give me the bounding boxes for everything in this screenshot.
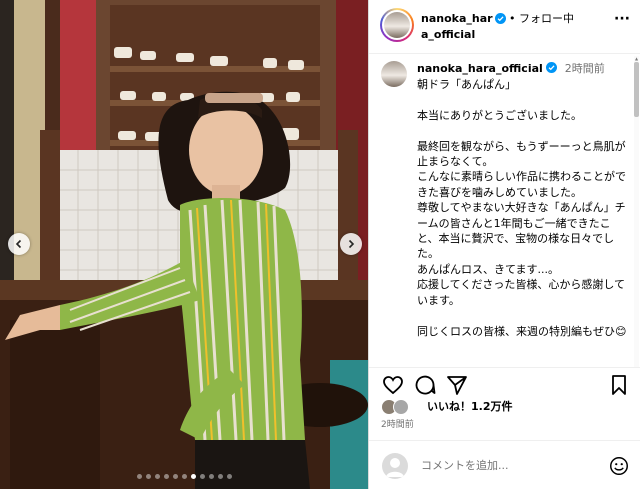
following-button[interactable]: フォロー中 <box>519 11 574 27</box>
carousel-dot <box>226 474 232 479</box>
caption-avatar[interactable] <box>381 61 407 87</box>
caption-area[interactable]: nanoka_hara_official 2時間前 朝ドラ「あんぱん」 本当にあ… <box>369 55 640 367</box>
carousel-dot <box>136 474 142 479</box>
caption-time: 2時間前 <box>564 62 605 75</box>
caption-line: こんなに素晴らしい作品に携わることができた喜びを噛みしめていました。 <box>417 170 626 199</box>
carousel-dot <box>172 474 178 479</box>
bookmark-icon[interactable] <box>607 373 631 397</box>
verified-icon <box>546 62 558 73</box>
comment-input[interactable]: コメントを追加... <box>421 458 509 474</box>
photo-scene <box>0 0 368 489</box>
story-ring-avatar[interactable] <box>380 8 414 42</box>
carousel-dot <box>163 474 169 479</box>
verified-icon <box>495 13 506 24</box>
carousel-dot <box>208 474 214 479</box>
comment-bar: コメントを追加... <box>369 440 640 489</box>
carousel-dot <box>199 474 205 479</box>
more-options-button[interactable]: ··· <box>610 11 634 27</box>
scrollbar-thumb[interactable] <box>634 62 639 117</box>
current-user-avatar <box>382 453 408 479</box>
likes-row[interactable]: いいね！1.2万件 <box>381 397 631 419</box>
liker-avatar <box>393 399 409 415</box>
caption-line: 同じくロスの皆様、来週の特別編もぜひ😊 <box>417 324 627 338</box>
share-icon[interactable] <box>445 373 469 397</box>
caption-line: 本当にありがとうございました。 <box>417 108 582 122</box>
default-user-icon <box>386 458 404 477</box>
carousel-dot <box>190 474 196 479</box>
chevron-left-icon <box>15 239 22 249</box>
caption-line: 尊敬してやまない大好きな「あんぱん」チームの皆さんと1年間もご一緒できたこと、本… <box>417 201 626 261</box>
caption-scrollbar[interactable]: ▲ <box>634 56 639 367</box>
post-side-panel: nanoka_hara_official • フォロー中 ··· nanoka_… <box>368 0 640 489</box>
caption-line: 応援してくださった皆様、心から感謝しています。 <box>417 278 626 307</box>
caption-line <box>417 308 627 323</box>
caption-line: あんぱんロス、きてます...。 <box>417 262 559 276</box>
caption-text: 朝ドラ「あんぱん」 本当にありがとうございました。 最終回を観ながら、もうずーー… <box>417 77 627 339</box>
carousel-dot <box>145 474 151 479</box>
likes-count[interactable]: いいね！1.2万件 <box>427 399 513 415</box>
action-bar <box>369 367 640 397</box>
post-header: nanoka_hara_official • フォロー中 ··· <box>369 0 640 54</box>
header-separator: • <box>509 12 516 25</box>
posted-time[interactable]: 2時間前 <box>381 419 414 431</box>
header-username[interactable]: nanoka_hara_official <box>421 11 496 43</box>
previous-slide-button[interactable] <box>8 233 30 255</box>
carousel-dot <box>181 474 187 479</box>
comment-icon[interactable] <box>413 373 437 397</box>
chevron-right-icon <box>348 239 355 249</box>
avatar <box>384 12 410 38</box>
next-slide-button[interactable] <box>340 233 362 255</box>
carousel-dot <box>217 474 223 479</box>
caption-line <box>417 92 627 107</box>
heart-icon[interactable] <box>381 373 405 397</box>
caption-line: 朝ドラ「あんぱん」 <box>417 78 516 91</box>
post-photo[interactable] <box>0 0 368 489</box>
caption-line <box>417 123 627 138</box>
emoji-icon[interactable] <box>608 455 630 477</box>
carousel-dot <box>154 474 160 479</box>
caption-line: 最終回を観ながら、もうずーーっと鳥肌が止まらなくて。 <box>417 139 626 169</box>
carousel-indicator <box>0 474 368 479</box>
caption: nanoka_hara_official 2時間前 朝ドラ「あんぱん」 本当にあ… <box>417 61 627 339</box>
instagram-post: nanoka_hara_official • フォロー中 ··· nanoka_… <box>0 0 640 489</box>
caption-username[interactable]: nanoka_hara_official <box>417 62 543 75</box>
